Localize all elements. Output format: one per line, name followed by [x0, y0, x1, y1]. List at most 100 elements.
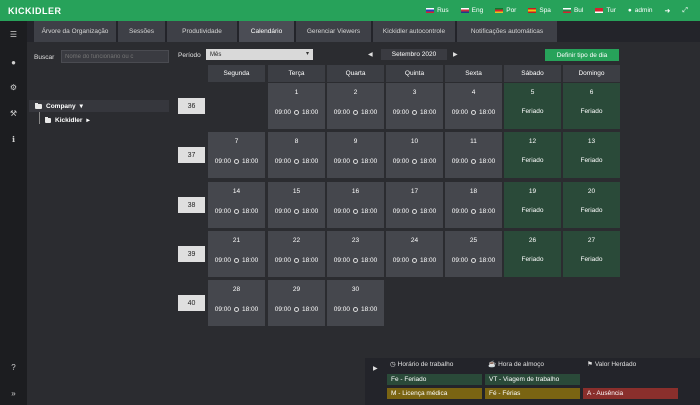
calendar-day[interactable]: 1 09:00 18:00: [268, 83, 325, 129]
tab-notifications[interactable]: Notificações automáticas: [457, 21, 557, 42]
calendar-day-holiday[interactable]: 20 Feriado: [563, 182, 620, 228]
legend-inherited: ⚑ Valor Herdado: [587, 360, 636, 369]
clock-icon: [353, 159, 358, 164]
calendar-day[interactable]: 7 09:00 18:00: [208, 132, 265, 178]
lang-tur[interactable]: Tur: [595, 7, 616, 14]
day-number: 11: [470, 138, 477, 145]
menu-icon[interactable]: ☰: [0, 24, 27, 44]
work-hours: 09:00 18:00: [386, 158, 443, 165]
work-hours: 09:00 18:00: [208, 306, 265, 313]
calendar-day-holiday[interactable]: 26 Feriado: [504, 231, 561, 277]
holiday-label: Feriado: [521, 256, 544, 263]
calendar-day[interactable]: 25 09:00 18:00: [445, 231, 502, 277]
lang-label: Por: [506, 7, 517, 14]
flag-tur-icon: [595, 8, 604, 13]
calendar-day-holiday[interactable]: 27 Feriado: [563, 231, 620, 277]
day-number: 14: [232, 188, 241, 195]
work-end: 18:00: [361, 109, 378, 116]
info-icon[interactable]: ℹ: [0, 129, 27, 149]
legend-toggle-icon[interactable]: ▶: [373, 365, 378, 372]
work-hours: 09:00 18:00: [208, 208, 265, 215]
work-hours: 09:00 18:00: [445, 109, 502, 116]
collapse-icon[interactable]: »: [0, 383, 27, 403]
day-number: 9: [353, 138, 358, 145]
work-end: 18:00: [302, 109, 319, 116]
tab-manage-viewers[interactable]: Gerenciar Viewers: [296, 21, 371, 42]
tree-root-company[interactable]: Company ▾: [29, 100, 169, 112]
calendar-day-holiday[interactable]: 13 Feriado: [563, 132, 620, 178]
clock-icon: [234, 258, 239, 263]
calendar-day[interactable]: 10 09:00 18:00: [386, 132, 443, 178]
tab-sessions[interactable]: Sessões: [118, 21, 165, 42]
calendar-day[interactable]: 15 09:00 18:00: [268, 182, 325, 228]
tab-org-tree[interactable]: Árvore da Organização: [34, 21, 116, 42]
calendar-day-holiday[interactable]: 6 Feriado: [563, 83, 620, 129]
calendar-day[interactable]: 29 09:00 18:00: [268, 280, 325, 326]
legend-holiday: Fe - Feriado: [387, 374, 482, 385]
calendar-day[interactable]: 18 09:00 18:00: [445, 182, 502, 228]
clock-icon: [294, 209, 299, 214]
tree-child-kickidler[interactable]: Kickidler ▸: [45, 116, 90, 124]
calendar-day[interactable]: 24 09:00 18:00: [386, 231, 443, 277]
calendar-day[interactable]: 3 09:00 18:00: [386, 83, 443, 129]
legend-header-label: Horário de trabalho: [397, 360, 454, 368]
wrench-icon[interactable]: ⚒: [0, 103, 27, 123]
work-hours: 09:00 18:00: [445, 158, 502, 165]
calendar-day-holiday[interactable]: 19 Feriado: [504, 182, 561, 228]
user-name: admin: [634, 7, 653, 14]
calendar-day[interactable]: 4 09:00 18:00: [445, 83, 502, 129]
day-number: 22: [292, 237, 301, 244]
weekday-header: Terça: [268, 65, 325, 82]
calendar-day[interactable]: 8 09:00 18:00: [268, 132, 325, 178]
calendar-day-holiday[interactable]: 5 Feriado: [504, 83, 561, 129]
calendar-day[interactable]: 17 09:00 18:00: [386, 182, 443, 228]
calendar-day[interactable]: 11 09:00 18:00: [445, 132, 502, 178]
calendar-day[interactable]: 16 09:00 18:00: [327, 182, 384, 228]
lang-por[interactable]: Por: [495, 7, 516, 14]
lang-eng[interactable]: Eng: [460, 7, 483, 14]
calendar-day[interactable]: 9 09:00 18:00: [327, 132, 384, 178]
settings-icon[interactable]: ⚙: [0, 77, 27, 97]
help-icon[interactable]: ?: [0, 357, 27, 377]
calendar-day[interactable]: 2 09:00 18:00: [327, 83, 384, 129]
day-number: 16: [351, 188, 360, 195]
period-select[interactable]: Mês ▾: [206, 49, 313, 60]
tree-child-label: Kickidler: [55, 116, 83, 124]
fullscreen-icon[interactable]: ⤢: [682, 7, 688, 15]
work-end: 18:00: [242, 306, 259, 313]
calendar-day[interactable]: 23 09:00 18:00: [327, 231, 384, 277]
clock-icon: [412, 159, 417, 164]
top-bar: KICKIDLER Rus Eng Por Spa Bul Tur ● admin…: [0, 0, 700, 21]
calendar-day-holiday[interactable]: 12 Feriado: [504, 132, 561, 178]
legend-header-label: Hora de almoço: [498, 360, 544, 368]
app-logo[interactable]: KICKIDLER: [8, 6, 62, 16]
calendar-day[interactable]: 28 09:00 18:00: [208, 280, 265, 326]
lang-spa[interactable]: Spa: [528, 7, 551, 14]
set-day-type-button[interactable]: Definir tipo de dia: [545, 49, 619, 61]
logout-icon[interactable]: ➜: [665, 7, 671, 15]
prev-month-icon[interactable]: ◀: [368, 51, 373, 58]
holiday-label: Feriado: [580, 256, 603, 263]
calendar-day[interactable]: 30 09:00 18:00: [327, 280, 384, 326]
user-menu[interactable]: ● admin: [628, 7, 653, 14]
tab-self-control[interactable]: Kickidler autocontrole: [373, 21, 455, 42]
day-number: 23: [351, 237, 360, 244]
coffee-icon: ☕: [488, 361, 497, 368]
day-number: 13: [587, 138, 596, 145]
user-nav-icon[interactable]: ●: [0, 52, 27, 72]
clock-icon: [412, 110, 417, 115]
calendar-day[interactable]: 21 09:00 18:00: [208, 231, 265, 277]
lang-bul[interactable]: Bul: [562, 7, 583, 14]
day-number: 26: [528, 237, 537, 244]
search-input[interactable]: [61, 50, 169, 63]
next-month-icon[interactable]: ▶: [453, 51, 458, 58]
calendar-day[interactable]: 22 09:00 18:00: [268, 231, 325, 277]
clock-icon: [471, 110, 476, 115]
holiday-label: Feriado: [580, 207, 603, 214]
current-month: Setembro 2020: [381, 49, 447, 60]
work-start: 09:00: [274, 109, 291, 116]
tab-productivity[interactable]: Produtividade: [167, 21, 237, 42]
lang-rus[interactable]: Rus: [426, 7, 449, 14]
tab-calendar[interactable]: Calendário: [239, 21, 294, 42]
calendar-day[interactable]: 14 09:00 18:00: [208, 182, 265, 228]
